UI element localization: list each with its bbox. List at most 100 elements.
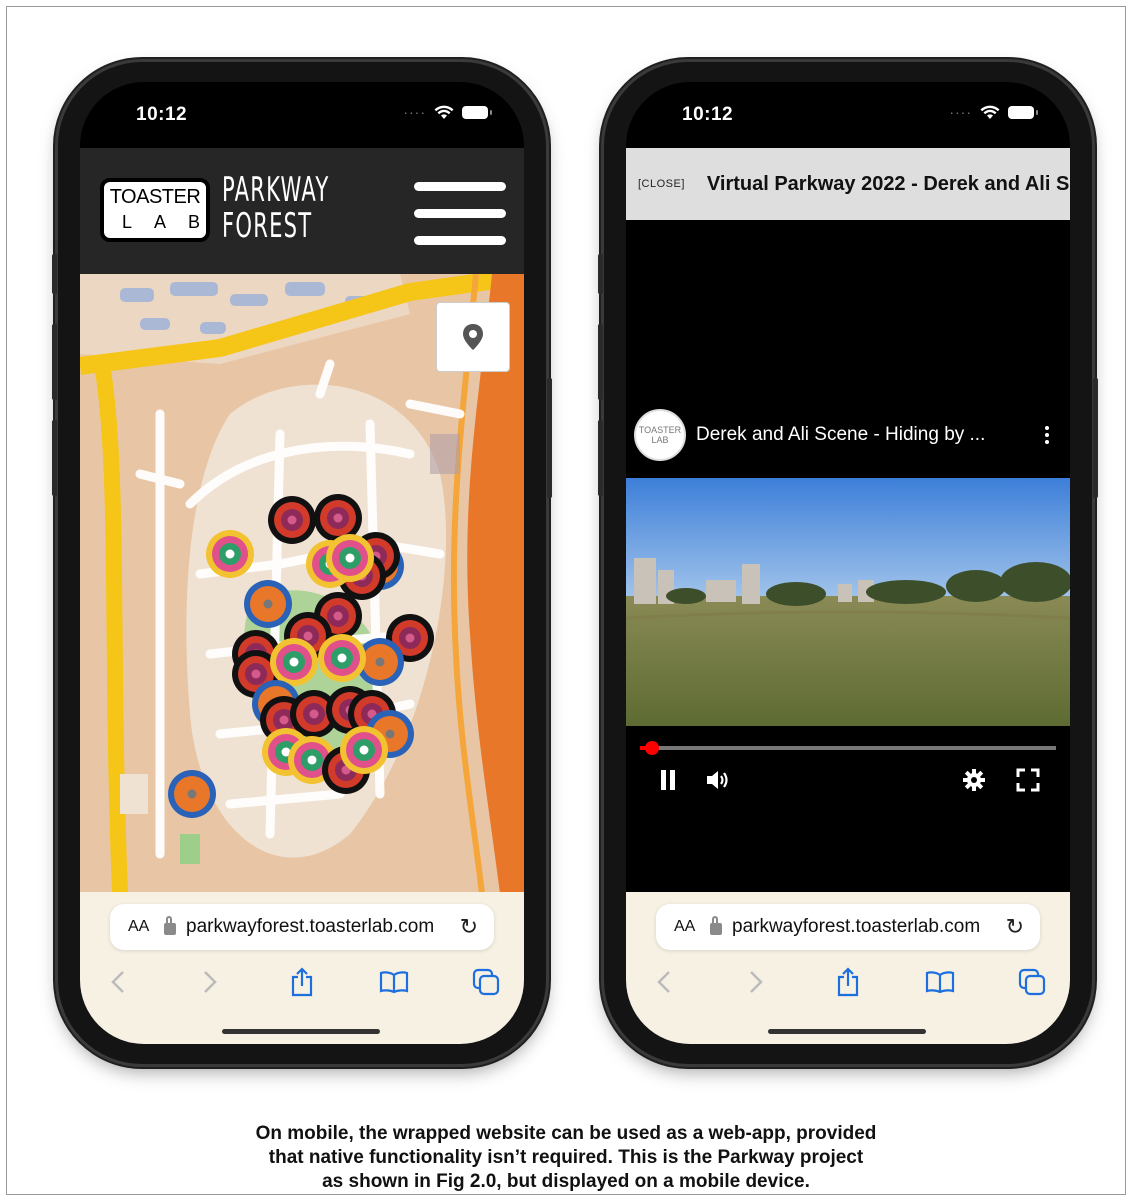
fullscreen-icon (1016, 768, 1040, 792)
home-indicator (222, 1029, 380, 1034)
mute-switch (598, 254, 603, 294)
logo-toaster-text: TOASTER (109, 186, 201, 208)
safari-bar: AA parkwayforest.toasterlab.com ↻ (80, 892, 524, 1044)
caption-line-3: as shown in Fig 2.0, but displayed on a … (322, 1171, 810, 1192)
power-button (1093, 378, 1098, 498)
safari-bar: AA parkwayforest.toasterlab.com ↻ (626, 892, 1070, 1044)
video-progress-bar[interactable] (640, 741, 1056, 755)
avatar-text-top: TOASTER (638, 425, 682, 435)
video-frame (626, 478, 1070, 726)
map-marker[interactable] (244, 580, 292, 628)
menu-button[interactable] (414, 182, 506, 263)
logo-parkway-line1: PARKWAY (222, 170, 330, 210)
share-button[interactable] (828, 962, 868, 1002)
site-header: TOASTER LAB PARKWAY FOREST (80, 148, 524, 274)
figure-caption: On mobile, the wrapped website can be us… (0, 1122, 1132, 1194)
chevron-right-icon (750, 971, 763, 993)
logo-parkway-line2: FOREST (222, 206, 313, 246)
share-icon (291, 967, 313, 997)
map-marker[interactable] (326, 534, 374, 582)
tabs-icon (472, 968, 500, 996)
power-button (547, 378, 552, 498)
url-text[interactable]: parkwayforest.toasterlab.com (186, 916, 460, 938)
video-controls (652, 764, 1052, 796)
parkway-forest-logo[interactable]: PARKWAY FOREST (222, 170, 330, 246)
screen-right: 10:12 ···· [CLOSE] Virtual Parkway 2022 … (626, 82, 1070, 1044)
caption-line-1: On mobile, the wrapped website can be us… (255, 1123, 877, 1144)
tabs-button[interactable] (466, 962, 506, 1002)
status-icons: ···· (949, 104, 1038, 120)
map-marker[interactable] (268, 496, 316, 544)
phone-left: 10:12 ···· TOASTER LAB PARKWAY FOREST AA… (52, 62, 552, 1064)
gear-icon (963, 769, 985, 791)
channel-avatar[interactable]: TOASTER LAB (634, 409, 686, 461)
logo-lab-text: LAB (122, 212, 223, 232)
map-marker[interactable] (168, 770, 216, 818)
wifi-icon (980, 105, 1000, 119)
wifi-icon (434, 105, 454, 119)
mute-switch (52, 254, 57, 294)
volume-button[interactable] (702, 764, 734, 796)
pause-button[interactable] (652, 764, 684, 796)
tabs-button[interactable] (1012, 962, 1052, 1002)
toaster-lab-logo[interactable]: TOASTER LAB (100, 178, 210, 242)
chevron-left-icon (111, 971, 124, 993)
tabs-icon (1018, 968, 1046, 996)
safari-toolbar (98, 962, 506, 1002)
lock-icon (164, 916, 176, 935)
more-options-icon[interactable] (1040, 426, 1054, 444)
battery-icon (462, 105, 492, 119)
modal-header: [CLOSE] Virtual Parkway 2022 - Derek and… (626, 148, 1070, 220)
book-icon (379, 971, 409, 994)
url-text[interactable]: parkwayforest.toasterlab.com (732, 916, 1006, 938)
map-marker[interactable] (206, 530, 254, 578)
status-time: 10:12 (136, 104, 188, 125)
address-bar[interactable]: AA parkwayforest.toasterlab.com ↻ (110, 904, 494, 950)
forward-button[interactable] (736, 962, 776, 1002)
settings-button[interactable] (958, 764, 990, 796)
forward-button[interactable] (190, 962, 230, 1002)
bookmarks-button[interactable] (920, 962, 960, 1002)
phone-right: 10:12 ···· [CLOSE] Virtual Parkway 2022 … (598, 62, 1098, 1064)
volume-down-button (52, 420, 57, 496)
battery-icon (1008, 105, 1038, 119)
reader-aa-button[interactable]: AA (674, 918, 710, 936)
video-player[interactable] (626, 478, 1070, 726)
caption-line-2: that native functionality isn’t required… (268, 1147, 864, 1168)
youtube-video-title[interactable]: Derek and Ali Scene - Hiding by ... (696, 424, 1040, 446)
map-marker[interactable] (340, 726, 388, 774)
pause-icon (661, 770, 675, 790)
lock-icon (710, 916, 722, 935)
status-time: 10:12 (682, 104, 734, 125)
bookmarks-button[interactable] (374, 962, 414, 1002)
hamburger-icon (414, 182, 506, 191)
book-icon (925, 971, 955, 994)
signal-dots-icon: ···· (949, 104, 972, 120)
locate-button[interactable] (436, 302, 510, 372)
reload-icon[interactable]: ↻ (1006, 914, 1024, 940)
map-marker[interactable] (270, 638, 318, 686)
address-bar[interactable]: AA parkwayforest.toasterlab.com ↻ (656, 904, 1040, 950)
chevron-left-icon (657, 971, 670, 993)
home-indicator (768, 1029, 926, 1034)
reload-icon[interactable]: ↻ (460, 914, 478, 940)
chevron-right-icon (204, 971, 217, 993)
progress-scrubber[interactable] (645, 741, 660, 755)
back-button[interactable] (644, 962, 684, 1002)
share-button[interactable] (282, 962, 322, 1002)
reader-aa-button[interactable]: AA (128, 918, 164, 936)
back-button[interactable] (98, 962, 138, 1002)
map-marker[interactable] (318, 634, 366, 682)
volume-down-button (598, 420, 603, 496)
volume-icon (707, 771, 728, 789)
screen-left: 10:12 ···· TOASTER LAB PARKWAY FOREST AA… (80, 82, 524, 1044)
status-icons: ···· (403, 104, 492, 120)
volume-up-button (52, 324, 57, 400)
fullscreen-button[interactable] (1012, 764, 1044, 796)
map-view[interactable] (80, 274, 524, 894)
modal-title: Virtual Parkway 2022 - Derek and Ali Sce… (706, 172, 1070, 195)
signal-dots-icon: ···· (403, 104, 426, 120)
safari-toolbar (644, 962, 1052, 1002)
close-button[interactable]: [CLOSE] (638, 178, 685, 190)
map-pin-icon (463, 324, 483, 350)
